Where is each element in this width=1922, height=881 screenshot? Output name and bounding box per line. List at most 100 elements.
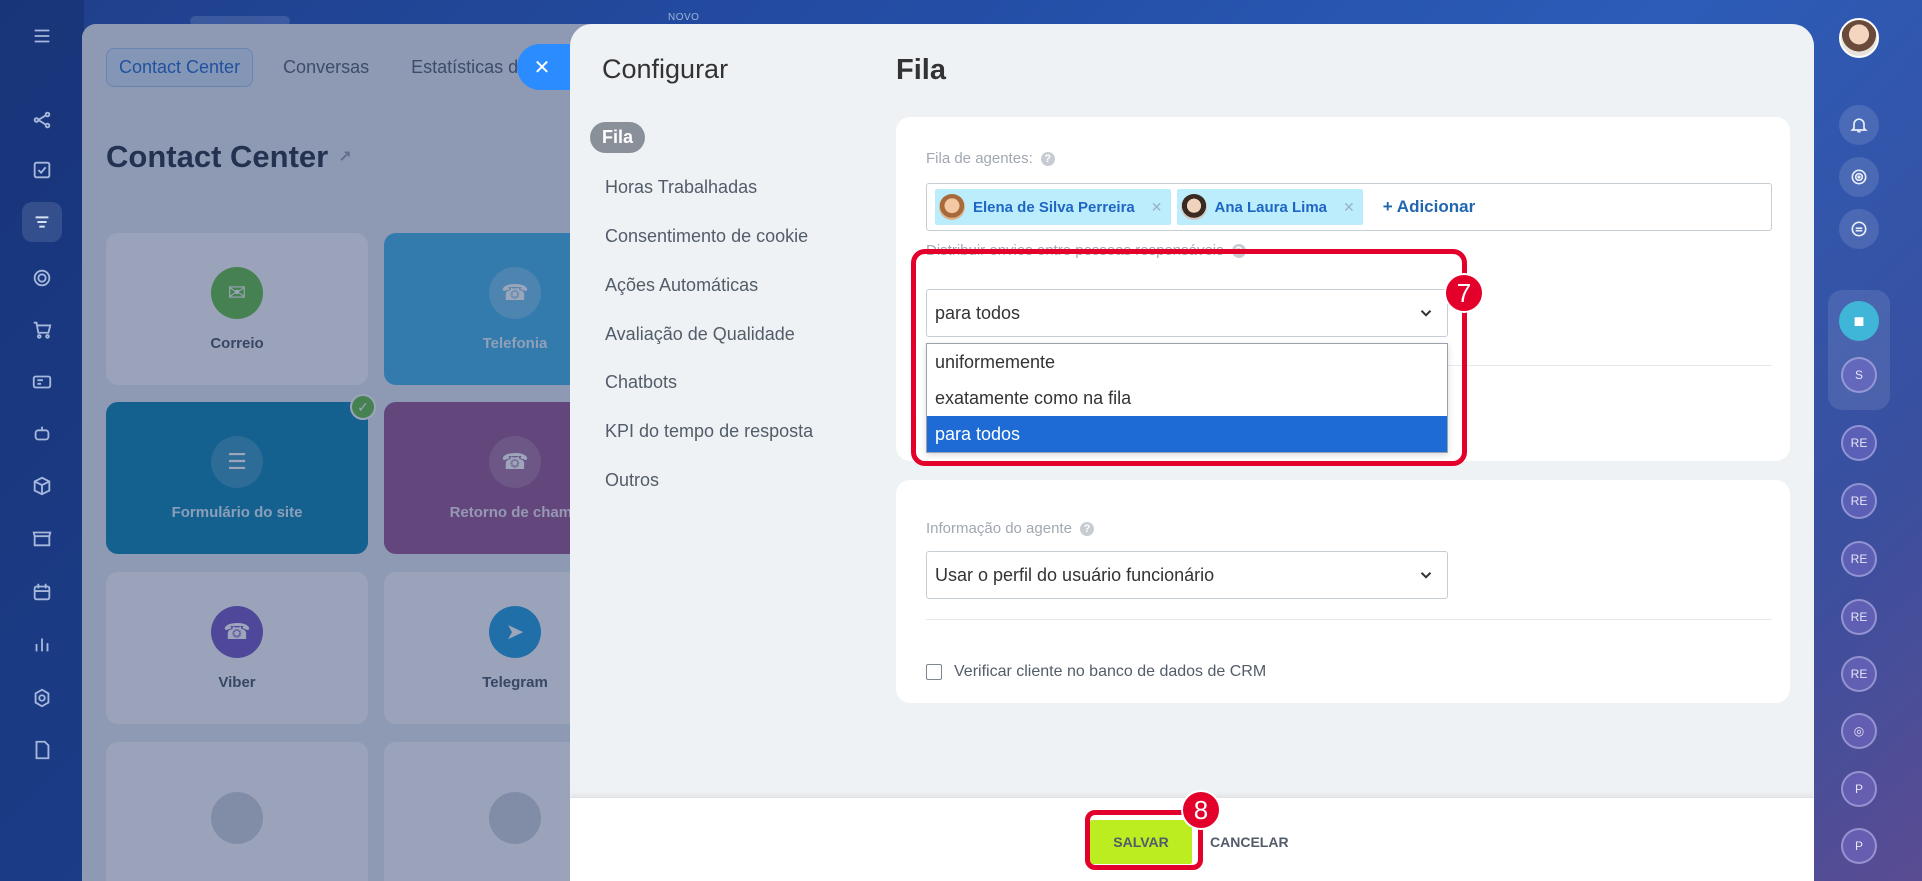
card-icon[interactable] xyxy=(22,362,62,402)
document-icon[interactable] xyxy=(22,730,62,770)
background-tabs: Contact Center Conversas Estatísticas de… xyxy=(106,48,554,87)
form-icon: ☰ xyxy=(211,435,263,488)
distribute-select-value: para todos xyxy=(935,302,1021,323)
chat-chip[interactable]: RE xyxy=(1841,656,1877,692)
page-title: Contact Center ↗ xyxy=(106,139,352,175)
chat-chip[interactable]: RE xyxy=(1841,483,1877,519)
agent-name: Ana Laura Lima xyxy=(1214,198,1328,216)
cancel-button[interactable]: CANCELAR xyxy=(1210,820,1289,864)
option-exatamente[interactable]: exatamente como na fila xyxy=(927,380,1447,416)
agent-avatar xyxy=(939,194,965,220)
target-icon[interactable] xyxy=(22,258,62,298)
tile-label: Retorno de chama xyxy=(449,503,581,521)
check-icon: ✓ xyxy=(350,394,376,420)
menu-item-acoes[interactable]: Ações Automáticas xyxy=(605,275,758,296)
distribute-dropdown: uniformemente exatamente como na fila pa… xyxy=(926,343,1448,453)
save-button[interactable]: SALVAR xyxy=(1090,820,1192,864)
box-icon[interactable] xyxy=(22,466,62,506)
left-navigation-rail xyxy=(0,0,84,881)
menu-item-outros[interactable]: Outros xyxy=(605,470,659,491)
agent-info-select[interactable]: Usar o perfil do usuário funcionário xyxy=(926,551,1448,599)
tab-conversas[interactable]: Conversas xyxy=(271,49,381,86)
tasks-icon[interactable] xyxy=(22,150,62,190)
crm-check-row[interactable]: Verificar cliente no banco de dados de C… xyxy=(926,663,1266,681)
chat-chip[interactable]: P xyxy=(1841,771,1877,807)
agent-tag: Elena de Silva Perreira ✕ xyxy=(935,189,1171,225)
remove-agent-icon[interactable]: ✕ xyxy=(1343,199,1355,216)
agent-info-select-value: Usar o perfil do usuário funcionário xyxy=(935,564,1215,585)
store-icon[interactable] xyxy=(22,518,62,558)
settings-slider: Configurar Fila Horas Trabalhadas Consen… xyxy=(570,24,1814,881)
agent-queue-field[interactable]: Elena de Silva Perreira ✕ Ana Laura Lima… xyxy=(926,183,1772,231)
menu-item-fila[interactable]: Fila xyxy=(590,122,646,153)
viber-icon: ☎ xyxy=(211,605,263,658)
chat-chip[interactable]: RE xyxy=(1841,541,1877,577)
chat-chip[interactable]: RE xyxy=(1841,599,1877,635)
tile-label: Formulário do site xyxy=(171,503,303,521)
page-title-text: Contact Center xyxy=(106,139,329,174)
calendar-icon[interactable] xyxy=(22,572,62,612)
copilot-icon[interactable] xyxy=(1839,157,1879,197)
crm-checkbox[interactable] xyxy=(926,664,942,680)
menu-item-kpi[interactable]: KPI do tempo de resposta xyxy=(605,421,813,442)
phone-icon: ☎ xyxy=(489,266,541,319)
tile-placeholder-1[interactable] xyxy=(106,742,368,881)
chat-chip[interactable]: RE xyxy=(1841,425,1877,461)
tile-viber[interactable]: ☎ Viber xyxy=(106,572,368,724)
remove-agent-icon[interactable]: ✕ xyxy=(1151,199,1163,216)
tile-label: Correio xyxy=(210,334,264,352)
help-icon[interactable]: ? xyxy=(1079,521,1094,536)
contact-center-background: Contact Center Conversas Estatísticas de… xyxy=(82,24,602,881)
mail-icon: ✉ xyxy=(211,266,263,319)
tile-label: Telefonia xyxy=(482,334,548,352)
distribute-label-text: Distribuir envios entre pessoas responsá… xyxy=(926,242,1224,259)
chat-chip[interactable]: P xyxy=(1841,828,1877,864)
option-uniformemente[interactable]: uniformemente xyxy=(927,344,1447,380)
menu-item-cookie[interactable]: Consentimento de cookie xyxy=(605,226,808,247)
tile-formulario[interactable]: ✓ ☰ Formulário do site xyxy=(106,394,376,554)
queue-settings-card: Fila de agentes: ? Elena de Silva Perrei… xyxy=(896,117,1790,461)
openchannel-icon[interactable]: ◎ xyxy=(1841,713,1877,749)
queue-label: Fila de agentes: ? xyxy=(926,150,1055,167)
close-slider-button[interactable]: ✕ xyxy=(517,44,577,90)
tab-contact-center[interactable]: Contact Center xyxy=(106,48,254,87)
crm-icon[interactable] xyxy=(22,100,62,140)
chat-chip[interactable]: S xyxy=(1841,357,1877,393)
config-title: Configurar xyxy=(602,54,729,84)
bell-icon[interactable] xyxy=(1839,105,1879,145)
menu-item-chatbots[interactable]: Chatbots xyxy=(605,372,677,393)
menu-icon[interactable] xyxy=(22,16,62,56)
annotation-marker-7: 7 xyxy=(1444,273,1484,313)
queue-label-text: Fila de agentes: xyxy=(926,150,1033,167)
menu-item-avaliacao[interactable]: Avaliação de Qualidade xyxy=(605,324,795,345)
help-icon[interactable]: ? xyxy=(1231,243,1246,258)
agent-info-label: Informação do agente ? xyxy=(926,520,1094,537)
chart-icon[interactable] xyxy=(22,624,62,664)
tile-correio[interactable]: ✉ Correio xyxy=(106,233,368,385)
option-para-todos[interactable]: para todos xyxy=(927,416,1447,452)
contact-center-icon[interactable] xyxy=(22,202,62,242)
chevron-down-icon xyxy=(1420,572,1432,579)
agent-info-card: Informação do agente ? Usar o perfil do … xyxy=(896,480,1790,703)
help-icon[interactable]: ? xyxy=(1040,151,1055,166)
agent-info-label-text: Informação do agente xyxy=(926,520,1072,537)
distribute-select[interactable]: para todos xyxy=(926,289,1448,337)
pin-icon[interactable]: ↗ xyxy=(338,147,351,167)
robot-icon[interactable] xyxy=(22,414,62,454)
channel-icon xyxy=(211,792,263,844)
bookmark-icon[interactable]: ■ xyxy=(1839,301,1879,341)
novo-label: NOVO xyxy=(668,12,700,23)
tile-label: Viber xyxy=(218,673,256,691)
agent-tag: Ana Laura Lima ✕ xyxy=(1176,189,1363,225)
cart-icon[interactable] xyxy=(22,310,62,350)
settings-icon[interactable] xyxy=(22,678,62,718)
section-heading: Fila xyxy=(896,54,946,86)
crm-check-label: Verificar cliente no banco de dados de C… xyxy=(954,663,1267,680)
distribute-label: Distribuir envios entre pessoas responsá… xyxy=(926,242,1246,259)
user-avatar[interactable] xyxy=(1839,18,1879,58)
menu-item-horas[interactable]: Horas Trabalhadas xyxy=(605,177,757,198)
add-agent-link[interactable]: + Adicionar xyxy=(1383,197,1475,217)
sync-icon[interactable] xyxy=(1839,209,1879,249)
agent-avatar xyxy=(1180,194,1207,220)
divider xyxy=(926,619,1772,620)
